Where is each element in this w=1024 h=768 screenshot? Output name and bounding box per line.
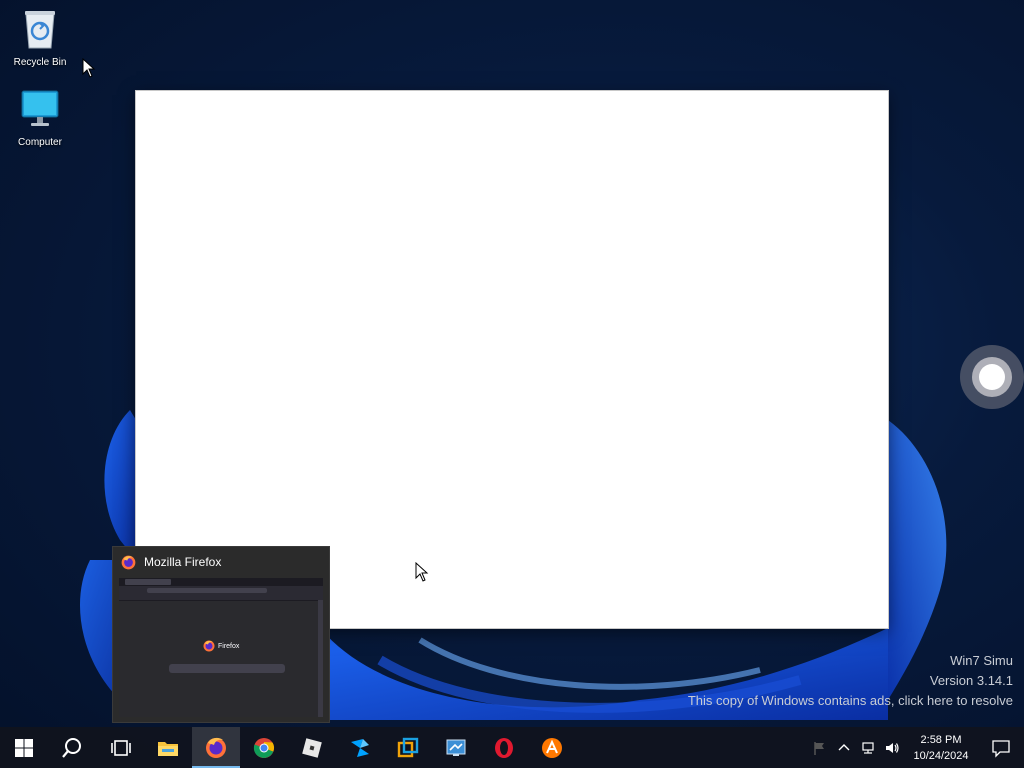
computer-label: Computer bbox=[18, 137, 62, 148]
preview-title: Mozilla Firefox bbox=[144, 555, 222, 569]
chrome-icon bbox=[253, 737, 275, 758]
avast-icon bbox=[542, 737, 562, 758]
notification-icon bbox=[992, 739, 1010, 758]
volume-icon bbox=[886, 742, 899, 753]
mouse-cursor-icon bbox=[82, 58, 96, 78]
firefox-icon bbox=[206, 737, 226, 758]
clock-date: 10/24/2024 bbox=[913, 749, 969, 762]
preview-search-box bbox=[169, 664, 285, 673]
roblox-button[interactable] bbox=[288, 727, 336, 768]
opera-icon bbox=[495, 737, 513, 758]
flag-icon bbox=[814, 741, 824, 755]
recycle-bin-icon bbox=[25, 11, 55, 49]
activation-watermark[interactable]: Win7 Simu Version 3.14.1 This copy of Wi… bbox=[688, 651, 1013, 711]
virtualbox-icon bbox=[397, 737, 419, 757]
preview-firefox-logo: Firefox bbox=[203, 640, 239, 652]
desktop: Recycle Bin Computer Mozilla Firefox Fir… bbox=[0, 0, 1024, 768]
show-hidden-icons-button[interactable] bbox=[832, 727, 856, 768]
search-button[interactable] bbox=[48, 727, 96, 768]
preview-bookmarks-bar bbox=[119, 595, 323, 601]
virtualbox-button[interactable] bbox=[384, 727, 432, 768]
volume-button[interactable] bbox=[880, 727, 904, 768]
opera-button[interactable] bbox=[480, 727, 528, 768]
watermark-line-1: Win7 Simu bbox=[950, 653, 1013, 668]
start-button[interactable] bbox=[0, 727, 48, 768]
roblox-icon bbox=[302, 737, 322, 758]
network-button[interactable] bbox=[856, 727, 880, 768]
preview-screen: Firefox bbox=[119, 578, 323, 717]
firefox-button[interactable] bbox=[192, 727, 240, 768]
notification-center-button[interactable] bbox=[978, 727, 1024, 768]
computer-desktop-icon[interactable]: Computer bbox=[4, 88, 76, 148]
firefox-icon bbox=[121, 555, 136, 569]
search-icon bbox=[62, 737, 81, 758]
roblox-studio-icon bbox=[351, 738, 369, 757]
clock[interactable]: 2:58 PM 10/24/2024 bbox=[904, 732, 978, 764]
preview-navbar bbox=[119, 586, 323, 595]
avast-button[interactable] bbox=[528, 727, 576, 768]
watermark-line-3: This copy of Windows contains ads, click… bbox=[687, 693, 1013, 708]
chevron-up-icon bbox=[838, 743, 850, 750]
action-center-flag[interactable] bbox=[808, 727, 832, 768]
computer-icon bbox=[21, 90, 59, 126]
file-explorer-button[interactable] bbox=[144, 727, 192, 768]
watermark-line-2: Version 3.14.1 bbox=[929, 673, 1013, 688]
remote-desktop-button[interactable] bbox=[432, 727, 480, 768]
file-explorer-icon bbox=[158, 741, 178, 756]
preview-scrollbar bbox=[318, 600, 323, 717]
clock-time: 2:58 PM bbox=[920, 733, 962, 746]
preview-titlebar: Mozilla Firefox bbox=[113, 547, 329, 577]
preview-tab-strip bbox=[119, 578, 323, 586]
system-tray: 2:58 PM 10/24/2024 bbox=[808, 727, 1024, 768]
firefox-logo-icon bbox=[203, 640, 215, 652]
mouse-cursor-icon bbox=[415, 562, 429, 582]
taskbar: 2:58 PM 10/24/2024 bbox=[0, 727, 1024, 768]
preview-brand-text: Firefox bbox=[218, 642, 240, 650]
start-icon bbox=[15, 738, 33, 757]
remote-desktop-icon bbox=[446, 739, 466, 756]
chrome-button[interactable] bbox=[240, 727, 288, 768]
task-view-icon bbox=[111, 739, 131, 756]
assistive-touch-button[interactable] bbox=[960, 345, 1024, 409]
recycle-bin-desktop-icon[interactable]: Recycle Bin bbox=[4, 8, 76, 68]
network-icon bbox=[862, 741, 874, 754]
task-view-button[interactable] bbox=[96, 727, 144, 768]
firefox-taskbar-preview[interactable]: Mozilla Firefox Firefox bbox=[112, 546, 330, 723]
recycle-bin-label: Recycle Bin bbox=[13, 57, 67, 68]
roblox-studio-button[interactable] bbox=[336, 727, 384, 768]
